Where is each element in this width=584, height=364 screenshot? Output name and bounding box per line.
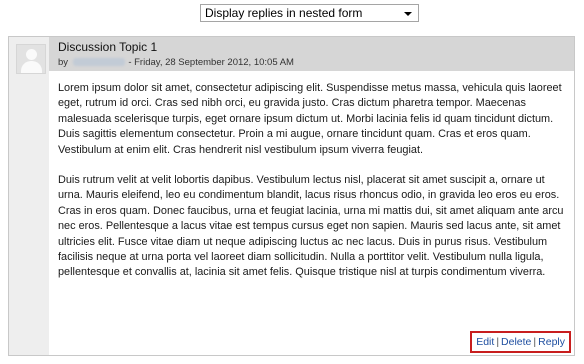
post-commands: Edit | Delete | Reply	[470, 331, 571, 353]
display-mode-selected-value: Display replies in nested form	[205, 6, 363, 20]
post-header: Discussion Topic 1 by - Friday, 28 Septe…	[49, 37, 574, 71]
forum-post: Discussion Topic 1 by - Friday, 28 Septe…	[8, 36, 575, 356]
post-date: - Friday, 28 September 2012, 10:05 AM	[128, 57, 294, 68]
post-paragraph: Duis rutrum velit at velit lobortis dapi…	[58, 174, 564, 279]
display-mode-select[interactable]: Display replies in nested form	[200, 4, 419, 22]
chevron-down-icon[interactable]	[404, 12, 412, 16]
post-meta: by - Friday, 28 September 2012, 10:05 AM	[58, 57, 294, 68]
post-message: Lorem ipsum dolor sit amet, consectetur …	[58, 81, 565, 296]
edit-link[interactable]: Edit	[476, 336, 494, 348]
reply-link[interactable]: Reply	[538, 336, 565, 348]
post-content: Lorem ipsum dolor sit amet, consectetur …	[49, 71, 574, 355]
post-by-label: by	[58, 57, 69, 68]
forum-discussion-page: Display replies in nested form Discussio…	[0, 0, 584, 364]
author-name-blurred[interactable]	[72, 58, 125, 66]
user-avatar-icon[interactable]	[16, 44, 46, 74]
delete-link[interactable]: Delete	[501, 336, 531, 348]
post-paragraph: Lorem ipsum dolor sit amet, consectetur …	[58, 82, 562, 156]
post-subject: Discussion Topic 1	[58, 40, 158, 54]
